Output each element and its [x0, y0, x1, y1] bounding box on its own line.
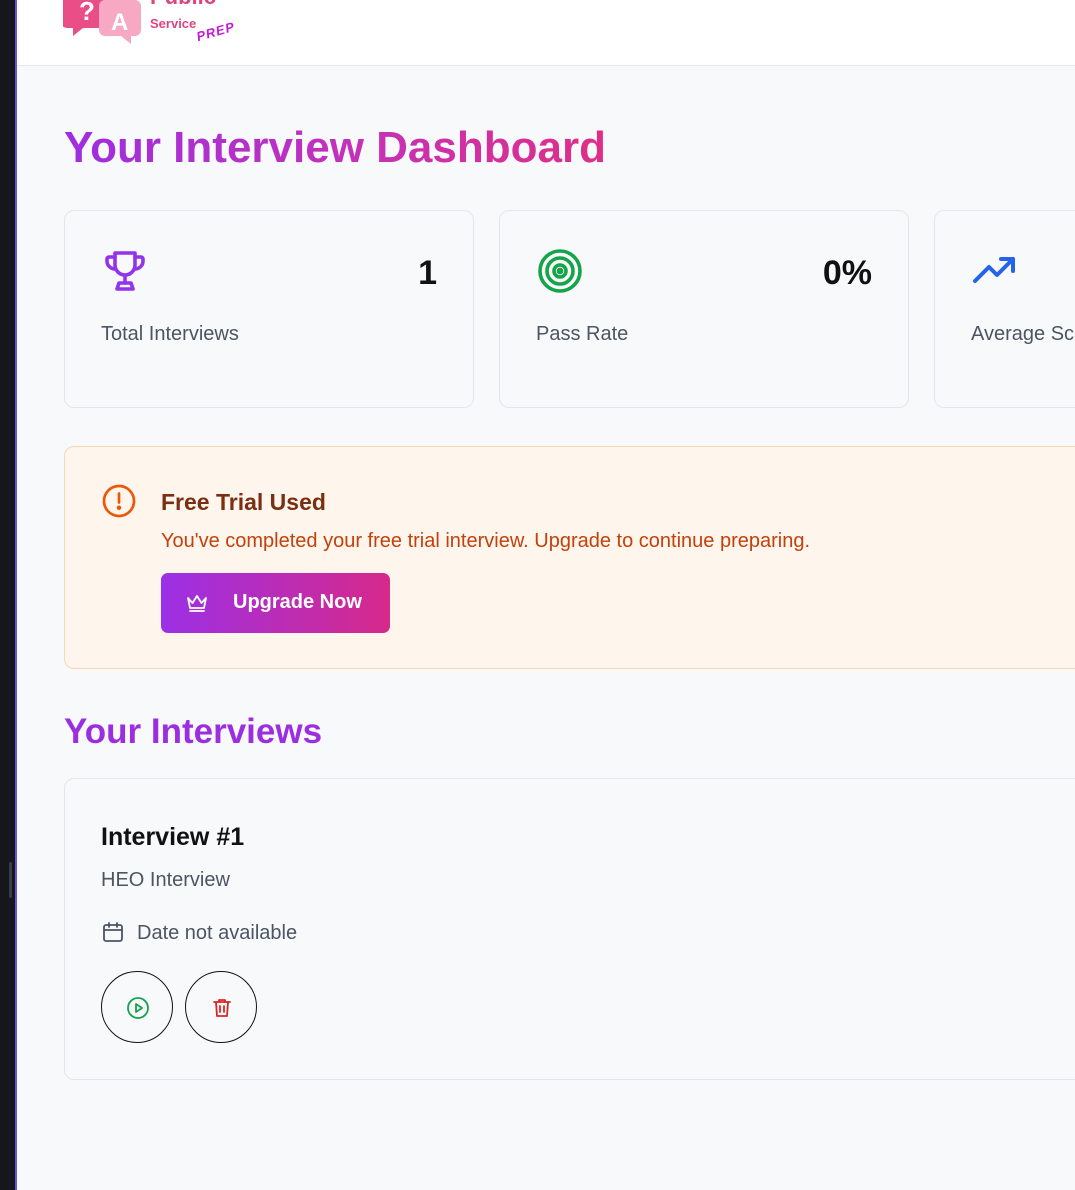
stat-card-total-interviews: 1 Total Interviews	[64, 210, 474, 408]
app-page: ? A Public Service PREP Your Interview D…	[17, 0, 1075, 1190]
trial-title: Free Trial Used	[161, 489, 326, 515]
play-interview-button[interactable]	[101, 971, 173, 1043]
alert-circle-icon	[102, 484, 136, 518]
delete-interview-button[interactable]	[185, 971, 257, 1043]
svg-text:?: ?	[79, 0, 95, 26]
brand-sub: Service	[150, 16, 197, 31]
free-trial-banner: Free Trial Used You've completed your fr…	[64, 446, 1075, 669]
top-header: ? A Public Service PREP	[17, 0, 1075, 66]
target-icon	[538, 249, 582, 293]
stat-value: 0%	[822, 254, 872, 292]
brand-logo[interactable]: ? A Public Service PREP	[63, 0, 263, 48]
trophy-icon	[105, 251, 145, 291]
interview-title: Interview #1	[101, 823, 245, 851]
interview-date: Date not available	[137, 922, 298, 944]
trial-message: You've completed your free trial intervi…	[161, 530, 811, 552]
crown-icon	[187, 595, 207, 612]
trash-icon	[213, 999, 231, 1017]
brand-tag: PREP	[194, 18, 237, 45]
trending-up-icon	[973, 257, 1015, 283]
brand-word: Public	[150, 0, 216, 8]
page-title: Your Interview Dashboard	[64, 120, 606, 176]
interviews-section-title: Your Interviews	[64, 712, 323, 751]
stat-label: Average Sc	[971, 323, 1075, 345]
upgrade-button-label: Upgrade Now	[233, 591, 362, 613]
play-icon	[127, 997, 149, 1019]
resize-grip[interactable]	[9, 862, 12, 898]
speech-bubbles-icon: ? A	[63, 0, 141, 44]
window-left-rail	[0, 0, 17, 1190]
stat-label: Pass Rate	[536, 323, 629, 345]
stat-label: Total Interviews	[101, 323, 239, 345]
calendar-icon	[103, 922, 123, 942]
interview-type: HEO Interview	[101, 869, 230, 891]
stat-value: 1	[418, 254, 437, 292]
upgrade-now-button[interactable]: Upgrade Now	[161, 573, 390, 633]
stat-card-average-score: Average Sc	[934, 210, 1075, 408]
stat-card-pass-rate: 0% Pass Rate	[499, 210, 909, 408]
interview-card: Interview #1 HEO Interview Date not avai…	[64, 778, 1075, 1080]
svg-text:A: A	[111, 9, 128, 36]
